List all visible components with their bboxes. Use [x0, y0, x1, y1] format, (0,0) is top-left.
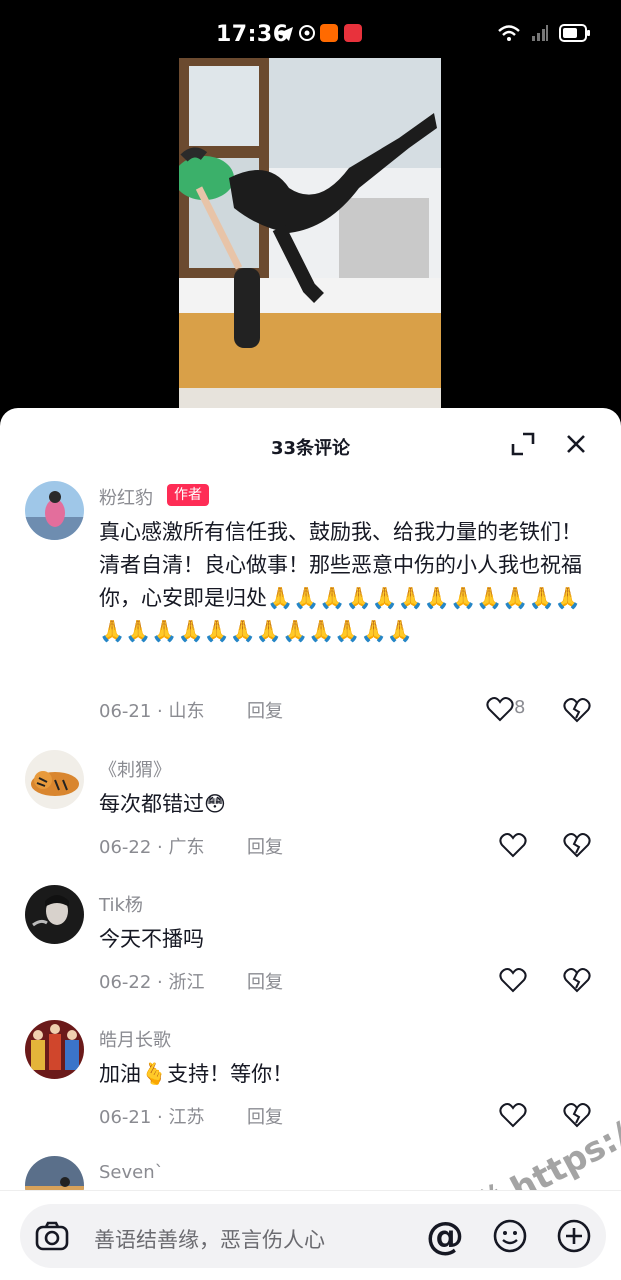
reply-button[interactable]: 回复 — [247, 1103, 283, 1129]
comment-meta: 06-21 · 江苏 — [99, 1107, 205, 1128]
video-player[interactable] — [0, 58, 621, 418]
author-badge: 作者 — [167, 484, 209, 506]
app-notification-icon — [320, 24, 338, 42]
comment-input-bar: 善语结善缘，恶言伤人心 @ — [0, 1190, 621, 1280]
broken-heart-icon[interactable] — [563, 696, 591, 724]
comment-location: 山东 — [168, 701, 205, 722]
comment-text: 真心感激所有信任我、鼓励我、给我力量的老铁们！清者自清！良心做事！那些恶意中伤的… — [99, 520, 582, 643]
comment-date: 06-21 — [99, 701, 152, 722]
plus-icon[interactable] — [556, 1218, 592, 1254]
camera-icon[interactable] — [34, 1218, 70, 1254]
comment-date: 06-22 — [99, 837, 152, 858]
comment-date: 06-22 — [99, 972, 152, 993]
comment-text: 加油🫰支持！等你！ — [99, 1062, 294, 1086]
emoji-icon[interactable] — [492, 1218, 528, 1254]
reply-button[interactable]: 回复 — [247, 968, 283, 994]
comments-sheet: 33条评论 粉红豹 作者 真心感激所有信任我、鼓励我、给我力量的老铁们！清者自清… — [0, 408, 621, 1280]
comment-date: 06-21 — [99, 1107, 152, 1128]
like-count: 8 — [514, 697, 526, 718]
close-icon[interactable] — [562, 430, 590, 458]
telegram-icon — [277, 27, 293, 41]
comment-username[interactable]: 皓月长歌 — [99, 1026, 171, 1052]
heart-icon[interactable] — [486, 696, 514, 722]
heart-icon[interactable] — [499, 1102, 527, 1128]
avatar[interactable] — [25, 1020, 84, 1079]
status-bar: 17:36 — [0, 0, 621, 60]
heart-icon[interactable] — [499, 832, 527, 858]
comment-username[interactable]: Tik杨 — [99, 891, 143, 917]
video-image — [179, 58, 441, 410]
avatar[interactable] — [25, 750, 84, 809]
avatar[interactable] — [25, 885, 84, 944]
status-right-icons — [497, 24, 591, 42]
broken-heart-icon[interactable] — [563, 831, 591, 859]
comment-meta: 06-21 · 山东 — [99, 701, 205, 722]
comment-input-placeholder[interactable]: 善语结善缘，恶言伤人心 — [94, 1224, 325, 1254]
comment-username[interactable]: Seven` — [99, 1162, 164, 1183]
signal-icon — [532, 25, 548, 41]
reply-button[interactable]: 回复 — [247, 697, 283, 723]
video-frame[interactable] — [179, 58, 441, 410]
comment-location: 浙江 — [168, 972, 205, 993]
broken-heart-icon[interactable] — [563, 966, 591, 994]
avatar[interactable] — [25, 481, 84, 540]
comment-meta: 06-22 · 广东 — [99, 837, 205, 858]
battery-icon — [559, 24, 590, 42]
app-notification-icon-2 — [344, 24, 362, 42]
comment-location: 江苏 — [168, 1107, 205, 1128]
comment-text: 今天不播吗 — [99, 927, 204, 951]
reply-button[interactable]: 回复 — [247, 833, 283, 859]
comment-username[interactable]: 粉红豹 — [99, 484, 153, 510]
comment-username[interactable]: 《刺猬》 — [99, 756, 171, 782]
broken-heart-icon[interactable] — [563, 1101, 591, 1129]
expand-icon[interactable] — [509, 430, 537, 458]
heart-icon[interactable] — [499, 967, 527, 993]
comment-input[interactable]: 善语结善缘，恶言伤人心 @ — [20, 1204, 606, 1268]
mention-at-icon[interactable]: @ — [426, 1214, 464, 1258]
comment-text: 每次都错过😳 — [99, 792, 226, 816]
comment-location: 广东 — [168, 837, 205, 858]
wifi-icon — [498, 25, 520, 41]
hotspot-icon — [299, 25, 315, 41]
comment-meta: 06-22 · 浙江 — [99, 972, 205, 993]
